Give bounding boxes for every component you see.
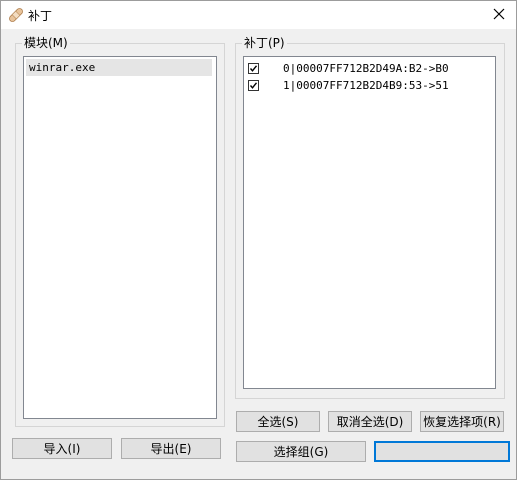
- import-button[interactable]: 导入(I): [12, 438, 112, 459]
- patch-text: 0|00007FF712B2D49A:B2->B0: [283, 62, 449, 75]
- patches-label: 补丁(P): [242, 36, 287, 50]
- default-button[interactable]: [374, 441, 510, 462]
- patch-row[interactable]: 1|00007FF712B2D4B9:53->51: [248, 77, 449, 94]
- patch-row[interactable]: 0|00007FF712B2D49A:B2->B0: [248, 60, 449, 77]
- export-button[interactable]: 导出(E): [121, 438, 221, 459]
- patch-text: 1|00007FF712B2D4B9:53->51: [283, 79, 449, 92]
- select-group-button[interactable]: 选择组(G): [236, 441, 366, 462]
- close-icon: [493, 8, 505, 23]
- deselect-all-button[interactable]: 取消全选(D): [328, 411, 412, 432]
- window-title: 补丁: [28, 9, 53, 23]
- patch-checkbox[interactable]: [248, 63, 259, 74]
- title-bar: 补丁: [1, 1, 516, 29]
- patches-list[interactable]: 0|00007FF712B2D49A:B2->B0 1|00007FF712B2…: [243, 56, 496, 389]
- select-all-button[interactable]: 全选(S): [236, 411, 320, 432]
- restore-selection-button[interactable]: 恢复选择项(R): [420, 411, 504, 432]
- modules-list[interactable]: winrar.exe: [23, 56, 217, 419]
- list-item[interactable]: winrar.exe: [26, 59, 212, 76]
- modules-label: 模块(M): [22, 36, 70, 50]
- close-button[interactable]: [482, 1, 516, 29]
- patch-checkbox[interactable]: [248, 80, 259, 91]
- patch-dialog: 补丁 模块(M) winrar.exe 补丁(P) 0|00007FF712B2…: [0, 0, 517, 480]
- bandage-icon: [7, 6, 25, 24]
